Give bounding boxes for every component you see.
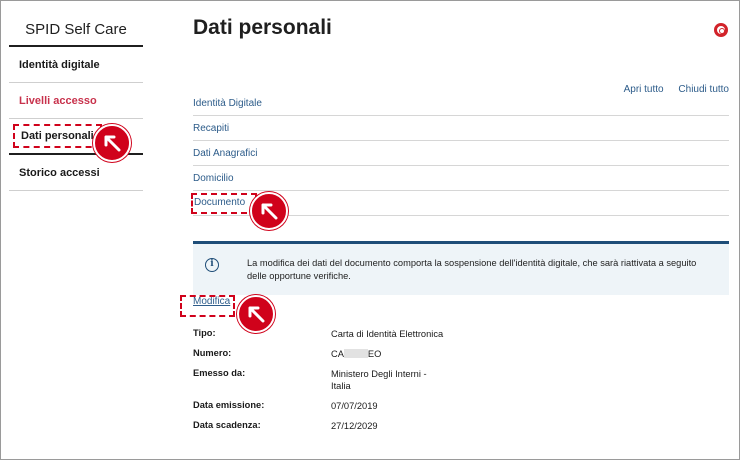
highlight-box — [180, 295, 235, 317]
accordion-label: Identità Digitale — [193, 97, 262, 109]
detail-value: Ministero Degli Interni - Italia — [331, 368, 461, 392]
sidebar-item-storico-accessi[interactable]: Storico accessi — [9, 155, 143, 191]
accordion-item-dati-anagrafici[interactable]: Dati Anagrafici — [193, 141, 729, 166]
accordion-label: Recapiti — [193, 122, 230, 134]
pointer-arrow-icon — [237, 295, 275, 333]
detail-row-type: Tipo: Carta di Identità Elettronica — [193, 328, 493, 340]
detail-label: Data scadenza: — [193, 420, 261, 430]
sidebar-item-label: Identità digitale — [19, 58, 100, 71]
detail-row-number: Numero: CA EO — [193, 348, 493, 360]
accordion-item-domicilio[interactable]: Domicilio — [193, 166, 729, 191]
detail-row-issue-date: Data emissione: 07/07/2019 — [193, 400, 493, 412]
sidebar-item-livelli-accesso[interactable]: Livelli accesso — [9, 83, 143, 119]
pointer-arrow-icon — [93, 124, 131, 162]
pointer-arrow-icon — [250, 192, 288, 230]
sidebar-title: SPID Self Care — [9, 0, 143, 47]
sidebar-item-identita-digitale[interactable]: Identità digitale — [9, 47, 143, 83]
detail-row-expiry-date: Data scadenza: 27/12/2029 — [193, 420, 493, 432]
detail-label: Numero: — [193, 348, 232, 358]
accordion-label: Dati Anagrafici — [193, 147, 258, 159]
number-prefix: CA — [331, 349, 344, 359]
notice-text: La modifica dei dati del documento compo… — [247, 258, 697, 281]
number-suffix: EO — [367, 349, 382, 359]
detail-value: 27/12/2029 — [331, 421, 378, 431]
document-details: Tipo: Carta di Identità Elettronica Nume… — [193, 328, 493, 440]
lifebuoy-icon[interactable] — [714, 23, 728, 37]
info-icon: i — [205, 258, 219, 272]
issuer-line-2: Italia — [331, 381, 351, 391]
accordion-label: Documento — [191, 192, 258, 214]
accordion-item-identita-digitale[interactable]: Identità Digitale — [193, 91, 729, 116]
accordion-label: Domicilio — [193, 172, 234, 184]
detail-value: 07/07/2019 — [331, 401, 378, 411]
detail-value: Carta di Identità Elettronica — [331, 329, 444, 339]
detail-label: Data emissione: — [193, 400, 265, 410]
sidebar: SPID Self Care Identità digitale Livelli… — [9, 0, 143, 191]
sidebar-item-label: Dati personali — [13, 124, 102, 148]
redacted-block — [343, 349, 368, 358]
issuer-line-1: Ministero Degli Interni - — [331, 369, 427, 379]
sidebar-item-label: Livelli accesso — [19, 94, 97, 107]
detail-row-issuer: Emesso da: Ministero Degli Interni - Ita… — [193, 368, 493, 392]
sidebar-item-label: Storico accessi — [19, 166, 100, 179]
detail-label: Emesso da: — [193, 368, 246, 378]
accordion-item-recapiti[interactable]: Recapiti — [193, 116, 729, 141]
page-title: Dati personali — [193, 16, 332, 39]
info-notice: i La modifica dei dati del documento com… — [193, 241, 729, 295]
detail-value: CA EO — [331, 348, 461, 360]
